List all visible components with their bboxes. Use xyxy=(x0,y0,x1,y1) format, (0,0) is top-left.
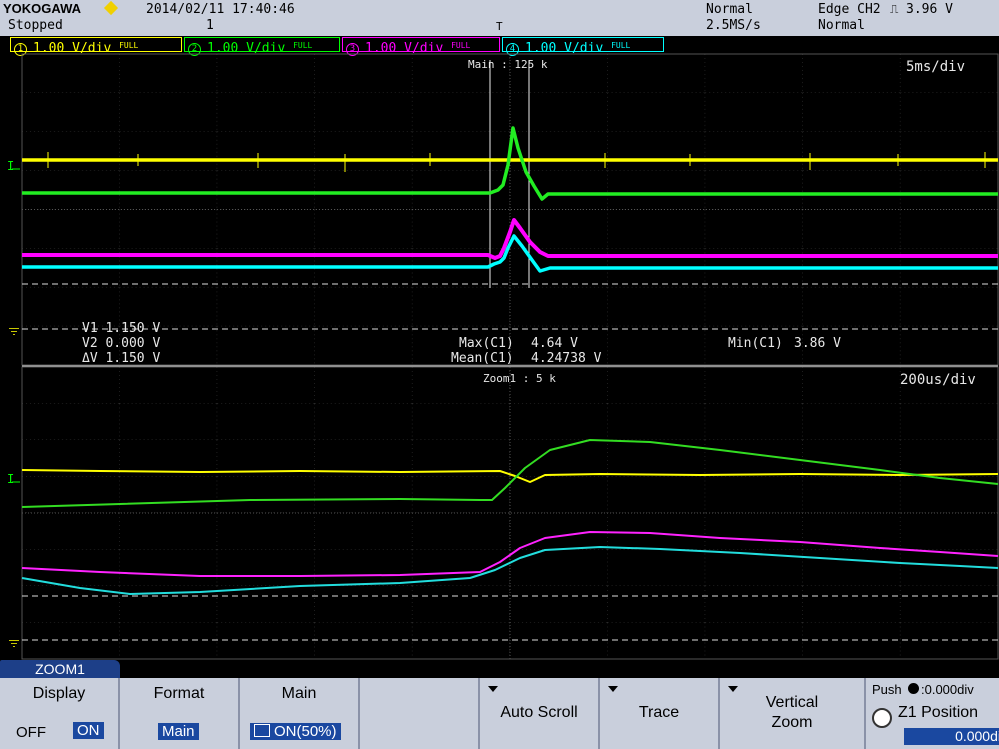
softkey-menu: ZOOM1 Display OFF ON Format Main Main ON… xyxy=(0,660,999,749)
vertical-zoom-label-2: Zoom xyxy=(771,714,813,731)
min-value: 3.86 V xyxy=(794,336,841,351)
cursor-v2-readout: V2 0.000 V xyxy=(82,336,161,351)
auto-scroll-softkey[interactable]: Auto Scroll xyxy=(480,678,600,749)
cursor-delta-readout: ΔV 1.150 V xyxy=(82,351,161,366)
vertical-zoom-label-1: Vertical xyxy=(765,694,819,711)
push-value: :0.000div xyxy=(921,682,974,697)
split-screen-icon xyxy=(254,724,270,737)
cursor-v1-readout: V1 1.150 V xyxy=(82,321,161,336)
display-softkey[interactable]: Display OFF ON xyxy=(0,678,120,749)
zoom-timebase: 200us/div xyxy=(900,372,976,388)
svg-text:I: I xyxy=(7,159,14,173)
format-softkey-label: Format xyxy=(153,685,205,702)
format-softkey[interactable]: Format Main xyxy=(120,678,240,749)
display-off-option[interactable]: OFF xyxy=(16,724,46,741)
max-value: 4.64 V xyxy=(531,336,578,351)
mean-label: Mean(C1) xyxy=(451,351,514,366)
trigger-level-marker-icon: I I xyxy=(7,159,20,486)
main-value: ON(50%) xyxy=(250,723,341,740)
z1-position-label: Z1 Position xyxy=(898,704,979,721)
mean-value: 4.24738 V xyxy=(531,351,602,366)
main-value-text: ON(50%) xyxy=(274,723,337,740)
reset-icon xyxy=(908,683,919,694)
submenu-arrow-icon xyxy=(728,686,738,692)
ground-marker-icon xyxy=(9,328,19,647)
format-value: Main xyxy=(158,723,199,740)
auto-scroll-label: Auto Scroll xyxy=(500,704,578,721)
submenu-arrow-icon xyxy=(608,686,618,692)
main-softkey[interactable]: Main ON(50%) xyxy=(240,678,360,749)
display-on-option[interactable]: ON xyxy=(73,722,104,739)
blank-softkey xyxy=(360,678,480,749)
max-label: Max(C1) xyxy=(459,336,514,351)
zoom-grid xyxy=(21,366,999,660)
main-softkey-label: Main xyxy=(281,685,317,702)
min-label: Min(C1) xyxy=(728,336,783,351)
main-timebase: 5ms/div xyxy=(906,59,966,75)
svg-text:I: I xyxy=(7,472,14,486)
vertical-zoom-softkey[interactable]: Vertical Zoom xyxy=(720,678,866,749)
push-hint: Push xyxy=(872,682,902,697)
rotary-knob-icon xyxy=(872,708,892,728)
menu-title: ZOOM1 xyxy=(0,660,120,678)
trace-label: Trace xyxy=(638,704,680,721)
submenu-arrow-icon xyxy=(488,686,498,692)
trace-softkey[interactable]: Trace xyxy=(600,678,720,749)
z1-position-softkey[interactable]: Push :0.000div Z1 Position 0.000div xyxy=(866,678,999,749)
main-view-label: Main : 125 k xyxy=(468,58,548,71)
zoom-view-label: Zoom1 : 5 k xyxy=(483,372,556,385)
z1-position-value[interactable]: 0.000div xyxy=(904,728,999,745)
display-softkey-label: Display xyxy=(32,685,86,702)
